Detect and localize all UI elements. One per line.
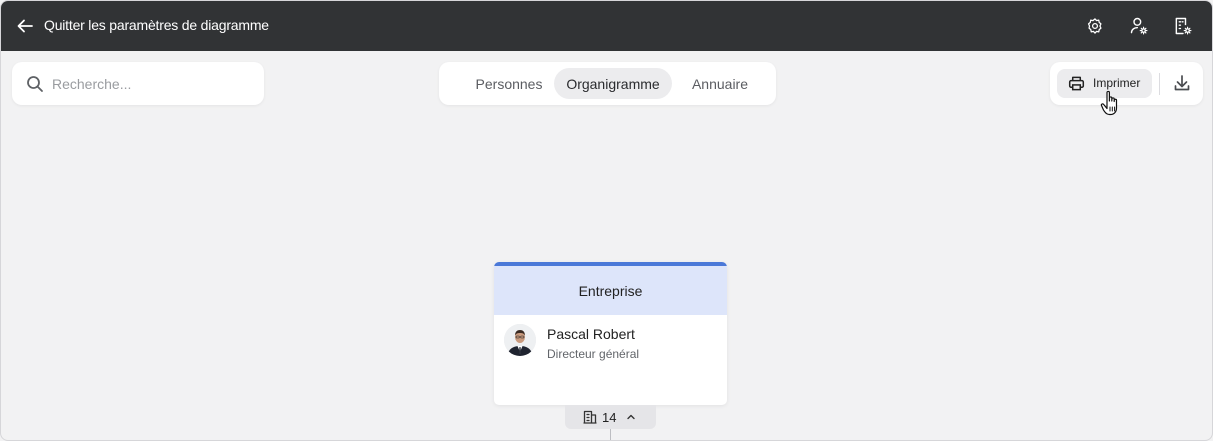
building-settings-icon[interactable] [1172, 15, 1194, 37]
search-icon [27, 76, 43, 92]
divider [1159, 73, 1160, 95]
app-frame: Quitter les paramètres de diagramme Rech… [0, 0, 1213, 441]
org-connector-line [610, 429, 611, 440]
tab-annuaire[interactable]: Annuaire [675, 68, 765, 99]
top-bar: Quitter les paramètres de diagramme [1, 1, 1212, 51]
actions-panel: Imprimer [1050, 62, 1203, 105]
download-icon[interactable] [1172, 73, 1192, 93]
search-input[interactable] [52, 72, 252, 96]
user-settings-icon[interactable] [1128, 15, 1150, 37]
avatar [504, 324, 536, 356]
children-toggle[interactable]: 14 [565, 405, 656, 429]
print-button[interactable]: Imprimer [1057, 69, 1152, 98]
printer-icon [1068, 76, 1085, 91]
person-name: Pascal Robert [547, 326, 635, 342]
tab-organigramme[interactable]: Organigramme [554, 68, 672, 99]
org-unit-name: Entreprise [494, 266, 727, 315]
building-icon [583, 410, 597, 424]
gear-icon[interactable] [1084, 15, 1106, 37]
person-role: Directeur général [547, 347, 640, 361]
arrow-left-icon [17, 19, 33, 33]
chevron-up-icon [627, 414, 635, 420]
org-node-card[interactable]: Entreprise Pascal Robert Directeur génér… [494, 262, 727, 405]
print-label: Imprimer [1093, 76, 1141, 90]
top-bar-icons [1084, 15, 1194, 37]
children-count: 14 [602, 410, 617, 425]
page-title[interactable]: Quitter les paramètres de diagramme [44, 17, 269, 33]
search-box [12, 62, 264, 105]
tab-personnes[interactable]: Personnes [455, 68, 563, 99]
back-button[interactable] [15, 16, 35, 36]
view-tabs: Personnes Organigramme Annuaire [439, 62, 776, 105]
